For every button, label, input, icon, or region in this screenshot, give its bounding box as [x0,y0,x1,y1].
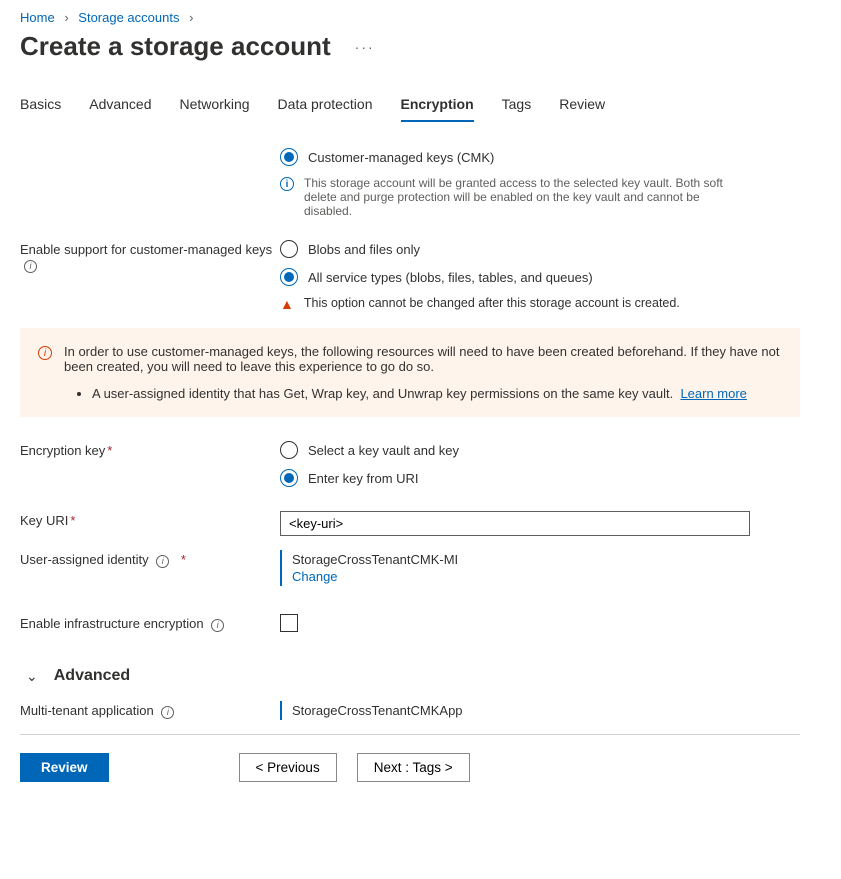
tab-data-protection[interactable]: Data protection [278,90,373,122]
info-icon[interactable]: i [156,555,169,568]
info-icon: i [38,346,52,360]
support-label: Enable support for customer-managed keys… [20,240,280,273]
breadcrumb-storage[interactable]: Storage accounts [78,10,179,25]
radio-cmk-label: Customer-managed keys (CMK) [308,150,494,165]
breadcrumb: Home › Storage accounts › [20,10,821,25]
cmk-info: i This storage account will be granted a… [280,176,800,218]
encryption-key-label: Encryption key* [20,441,280,458]
radio-all-label: All service types (blobs, files, tables,… [308,270,593,285]
previous-button[interactable]: < Previous [239,753,337,782]
tab-networking[interactable]: Networking [180,90,250,122]
identity-value: StorageCrossTenantCMK-MI [292,552,800,567]
tab-basics[interactable]: Basics [20,90,61,122]
page-title: Create a storage account ··· [20,31,821,62]
radio-blobs-label: Blobs and files only [308,242,420,257]
info-icon[interactable]: i [211,619,224,632]
tabs: Basics Advanced Networking Data protecti… [20,90,821,122]
tab-advanced[interactable]: Advanced [89,90,151,122]
breadcrumb-home[interactable]: Home [20,10,55,25]
radio-cmk[interactable]: Customer-managed keys (CMK) [280,148,800,166]
multi-tenant-value: StorageCrossTenantCMKApp [292,703,800,718]
tab-review[interactable]: Review [559,90,605,122]
radio-vault-label: Select a key vault and key [308,443,459,458]
radio-icon [280,240,298,258]
radio-blobs-files[interactable]: Blobs and files only [280,240,800,258]
tab-tags[interactable]: Tags [502,90,532,122]
more-icon[interactable]: ··· [355,39,375,55]
radio-icon [280,441,298,459]
info-icon: i [280,177,294,191]
chevron-right-icon: › [64,10,68,25]
next-button[interactable]: Next : Tags > [357,753,470,782]
radio-uri-label: Enter key from URI [308,471,419,486]
key-uri-input[interactable] [280,511,750,536]
advanced-section-toggle[interactable]: ⌄ Advanced [26,667,800,685]
support-warning: ▲ This option cannot be changed after th… [280,296,800,312]
identity-change-link[interactable]: Change [292,569,800,584]
radio-icon [280,148,298,166]
prerequisite-notice: i In order to use customer-managed keys,… [20,328,800,417]
info-icon[interactable]: i [161,706,174,719]
warning-icon: ▲ [280,296,294,312]
radio-icon [280,268,298,286]
identity-label: User-assigned identity i * [20,550,280,568]
info-icon[interactable]: i [24,260,37,273]
tab-encryption[interactable]: Encryption [401,90,474,122]
learn-more-link[interactable]: Learn more [680,386,746,401]
radio-icon [280,469,298,487]
key-uri-label: Key URI* [20,511,280,528]
radio-select-vault[interactable]: Select a key vault and key [280,441,800,459]
infra-encryption-checkbox[interactable] [280,614,298,632]
radio-enter-uri[interactable]: Enter key from URI [280,469,800,487]
radio-all-services[interactable]: All service types (blobs, files, tables,… [280,268,800,286]
divider [20,734,800,735]
chevron-down-icon: ⌄ [26,668,38,685]
review-button[interactable]: Review [20,753,109,782]
chevron-right-icon: › [189,10,193,25]
infra-encryption-label: Enable infrastructure encryption i [20,614,280,632]
multi-tenant-label: Multi-tenant application i [20,701,280,719]
